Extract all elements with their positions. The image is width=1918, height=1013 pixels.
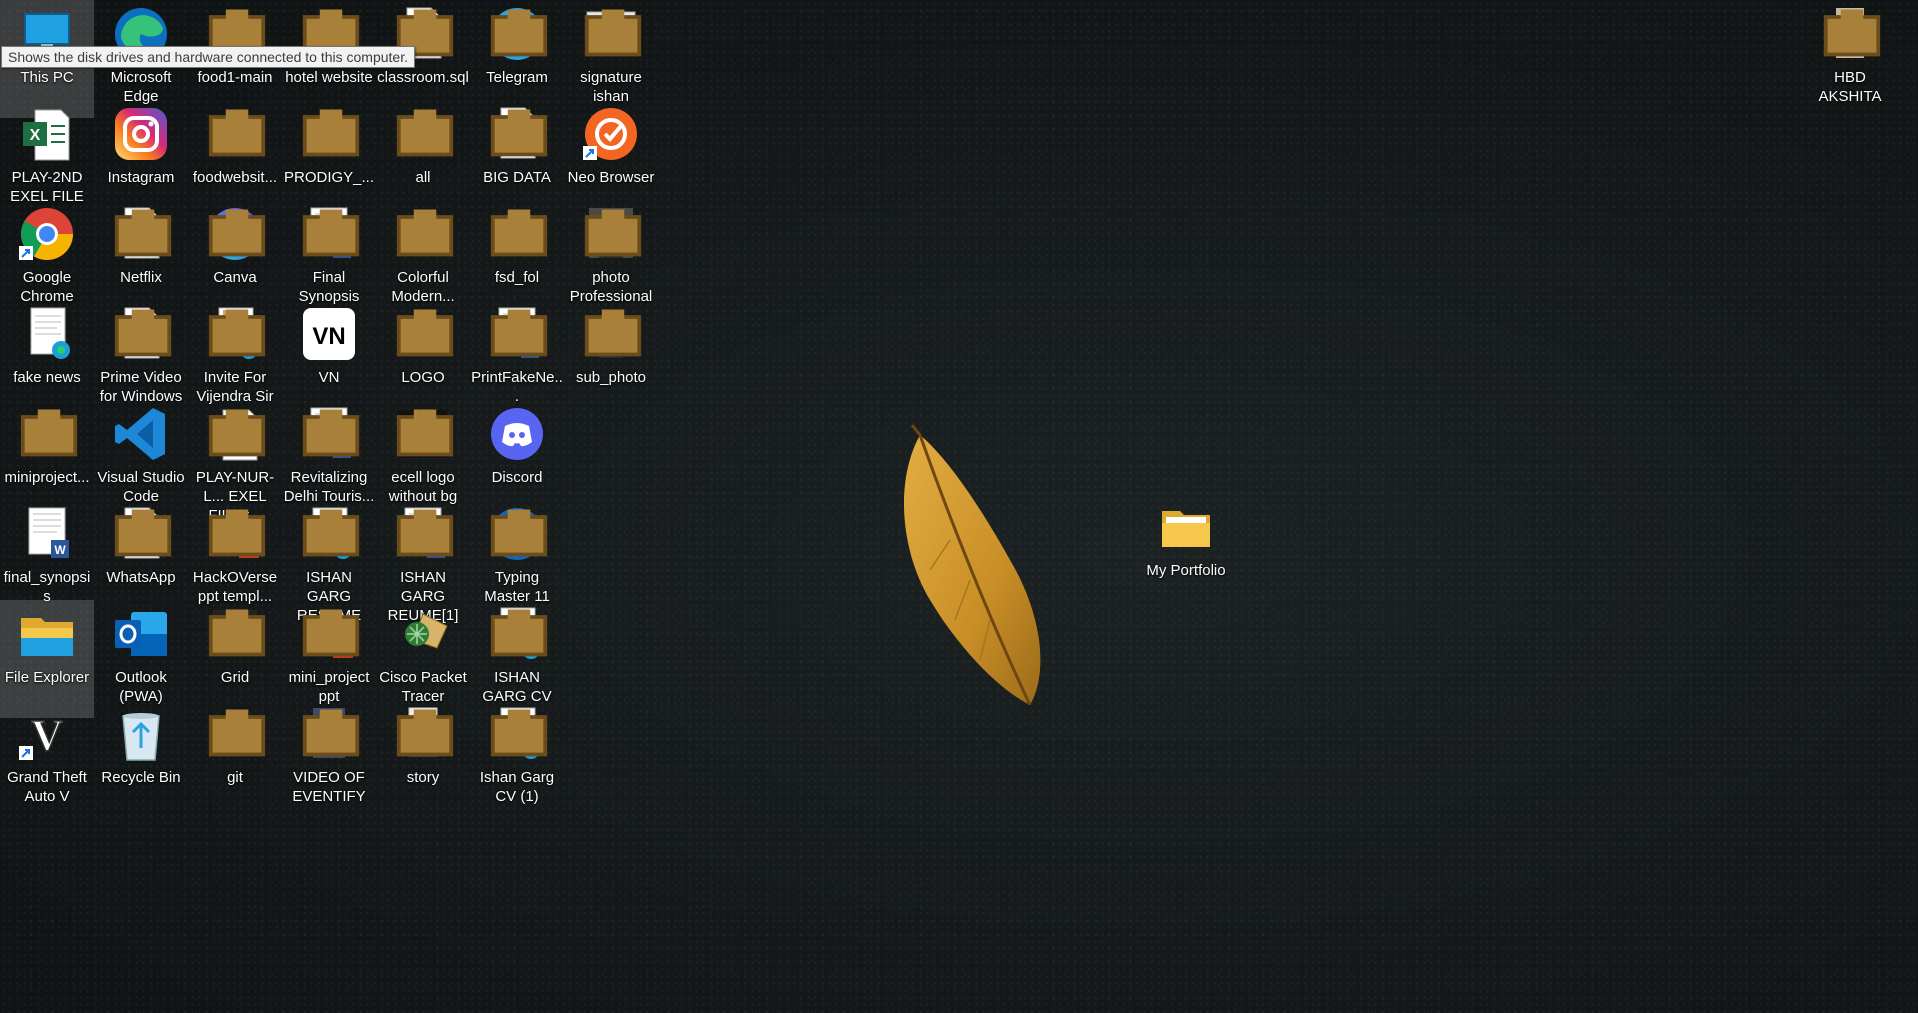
icon-label: fsd_fol (494, 269, 540, 286)
word-document-icon: W (17, 504, 77, 564)
folder-icon (205, 104, 266, 164)
icon-label: My Portfolio (1146, 562, 1226, 579)
svg-text:X: X (30, 127, 41, 144)
icon-label: WhatsApp (106, 569, 176, 586)
folder-icon (1156, 497, 1216, 557)
desktop-icon-gta-v[interactable]: V Grand Theft Auto V (0, 700, 94, 818)
chrome-icon (17, 204, 77, 264)
outlook-icon (111, 604, 171, 664)
text-document-icon (487, 104, 548, 164)
neo-browser-icon (581, 104, 641, 164)
image-file-icon (393, 404, 454, 464)
image-file-icon (205, 604, 266, 664)
icon-label: food1-main (197, 69, 273, 86)
icon-label: File Explorer (4, 669, 90, 686)
desktop-icon-my-portfolio[interactable]: My Portfolio (1139, 493, 1233, 611)
icon-label: Ishan Garg CV (1) (479, 769, 555, 805)
document-edge-icon (299, 504, 360, 564)
desktop-icon-story[interactable]: story (376, 700, 470, 818)
word-document-icon: W (299, 204, 360, 264)
this-pc-tooltip: Shows the disk drives and hardware conne… (1, 46, 415, 68)
instagram-icon (111, 104, 171, 164)
folder-icon (299, 104, 360, 164)
desktop-icon-hbd-akshita[interactable]: HBD AKSHITA (1803, 0, 1897, 118)
word-document-icon: W (487, 304, 548, 364)
vscode-icon (111, 404, 171, 464)
excel-file-icon: X (205, 404, 266, 464)
file-explorer-icon (17, 604, 77, 664)
icon-label: BIG DATA (483, 169, 551, 186)
desktop[interactable]: Shows the disk drives and hardware conne… (0, 0, 1918, 1013)
image-file-icon (581, 304, 642, 364)
video-file-icon (299, 704, 360, 764)
zip-folder-icon (393, 304, 454, 364)
excel-file-icon: X (17, 104, 77, 164)
svg-text:V: V (31, 711, 63, 760)
image-file-icon (1820, 4, 1881, 64)
icon-label: LOGO (401, 369, 445, 386)
icon-label: HBD AKSHITA (1818, 69, 1882, 105)
icon-label: Neo Browser (567, 169, 655, 186)
desktop-icon-video-eventify[interactable]: VIDEO OF EVENTIFY (282, 700, 376, 818)
desktop-icon-ishan-garg-cv-1[interactable]: Ishan Garg CV (1) (470, 700, 564, 818)
document-edge-icon (487, 604, 548, 664)
document-edge-icon (205, 304, 266, 364)
blank-file-icon (111, 304, 172, 364)
canva-icon: Canva (205, 204, 266, 264)
image-file-icon (581, 204, 642, 264)
icon-label: git (227, 769, 243, 786)
icon-label: Telegram (486, 69, 548, 86)
blank-file-icon (111, 504, 172, 564)
folder-icon (205, 704, 266, 764)
svg-text:VN: VN (312, 323, 345, 350)
blank-file-icon (111, 204, 172, 264)
icon-label: Netflix (120, 269, 162, 286)
icon-label: Canva (213, 269, 257, 286)
icon-label: PRODIGY_... (283, 169, 375, 186)
folder-icon (487, 204, 548, 264)
icon-label: Discord (491, 469, 543, 486)
document-edge-icon (17, 304, 77, 364)
powerpoint-file-icon: P (299, 604, 360, 664)
icon-label: fake news (13, 369, 81, 386)
image-file-icon (393, 104, 454, 164)
icon-label: all (415, 169, 431, 186)
image-file-icon (393, 204, 454, 264)
vn-app-icon: VN (299, 304, 359, 364)
icon-label: VN (318, 369, 340, 386)
icon-label: sub_photo (575, 369, 647, 386)
image-file-icon (581, 4, 642, 64)
icon-label: VIDEO OF EVENTIFY (292, 769, 366, 805)
desktop-icon-sub-photo[interactable]: sub_photo (564, 300, 658, 418)
svg-text:W: W (54, 543, 66, 557)
icon-label: story (406, 769, 440, 786)
word-document-icon: W (299, 404, 360, 464)
icon-label: Grid (220, 669, 250, 686)
word-document-icon: W (393, 504, 454, 564)
typing-master-icon: T (487, 504, 548, 564)
image-file-icon (393, 704, 454, 764)
icon-label: Recycle Bin (101, 769, 181, 786)
discord-icon (487, 404, 547, 464)
powerpoint-file-icon: P (205, 504, 266, 564)
document-edge-icon (487, 704, 548, 764)
desktop-icon-git[interactable]: git (188, 700, 282, 818)
telegram-icon (487, 4, 548, 64)
gta-v-icon: V (17, 704, 77, 764)
icon-label: foodwebsit... (192, 169, 278, 186)
icon-label: hotel website (285, 69, 373, 86)
recycle-bin-icon (111, 704, 171, 764)
icon-label: Instagram (107, 169, 175, 186)
desktop-icon-recycle-bin[interactable]: Recycle Bin (94, 700, 188, 818)
icon-label: classroom.sql (377, 69, 469, 86)
icon-label: Grand Theft Auto V (7, 769, 87, 805)
folder-icon (17, 404, 78, 464)
icon-label: This PC (20, 69, 74, 86)
icon-label: miniproject... (4, 469, 90, 486)
cisco-packet-tracer-icon (393, 604, 453, 664)
